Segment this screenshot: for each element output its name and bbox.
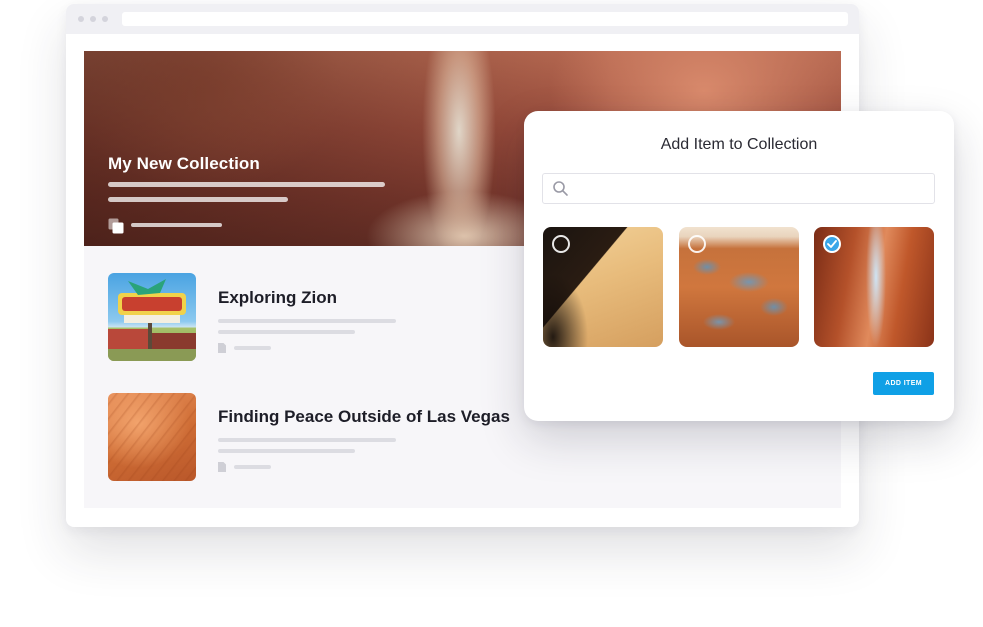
item-option-dunes[interactable]: [543, 227, 663, 347]
copy-icon: [108, 218, 124, 234]
card-title[interactable]: Finding Peace Outside of Las Vegas: [218, 407, 510, 427]
search-icon: [553, 181, 568, 196]
description-placeholder: [218, 438, 396, 442]
count-placeholder: [131, 223, 222, 227]
item-option-aerial-desert[interactable]: [679, 227, 799, 347]
window-dot: [78, 16, 84, 22]
collection-title: My New Collection: [108, 154, 260, 173]
card-thumbnail: [108, 273, 196, 361]
window-dot: [90, 16, 96, 22]
description-placeholder: [218, 330, 355, 334]
select-radio[interactable]: [552, 235, 570, 253]
search-input[interactable]: [575, 179, 925, 199]
window-dot: [102, 16, 108, 22]
select-radio[interactable]: [688, 235, 706, 253]
description-placeholder: [108, 197, 288, 202]
check-icon: [827, 240, 837, 248]
collection-card[interactable]: Exploring Zion: [108, 273, 548, 363]
document-icon: [218, 462, 226, 472]
add-item-modal: Add Item to Collection ADD ITEM: [524, 111, 954, 421]
description-placeholder: [218, 319, 396, 323]
browser-toolbar: [66, 4, 859, 34]
add-item-button[interactable]: ADD ITEM: [873, 372, 934, 395]
meta-placeholder: [234, 346, 271, 350]
select-radio-checked[interactable]: [823, 235, 841, 253]
search-field[interactable]: [542, 173, 935, 204]
address-bar[interactable]: [122, 12, 848, 26]
document-icon: [218, 343, 226, 353]
restaurant-sign-graphic: [108, 279, 196, 361]
description-placeholder: [218, 449, 355, 453]
card-thumbnail: [108, 393, 196, 481]
modal-title: Add Item to Collection: [660, 136, 818, 153]
collection-card[interactable]: Finding Peace Outside of Las Vegas: [108, 393, 548, 483]
description-placeholder: [108, 182, 385, 187]
meta-placeholder: [234, 465, 271, 469]
card-title[interactable]: Exploring Zion: [218, 288, 337, 308]
item-option-slot-canyon[interactable]: [814, 227, 934, 347]
